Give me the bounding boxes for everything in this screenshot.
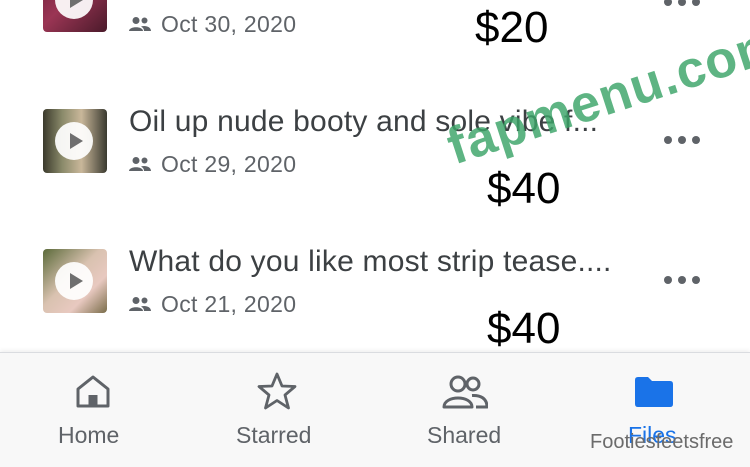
home-icon — [76, 375, 110, 408]
dot — [664, 136, 672, 144]
file-date: Oct 29, 2020 — [161, 150, 297, 177]
play-icon — [55, 122, 93, 160]
file-row[interactable]: What do you like most strip tease.... Oc… — [0, 240, 750, 353]
file-meta: Oct 30, 2020 — [129, 10, 296, 38]
more-options-button[interactable] — [664, 270, 700, 290]
dot — [678, 0, 686, 6]
nav-shared[interactable]: Shared — [415, 353, 525, 467]
dot — [678, 276, 686, 284]
nav-home-label: Home — [58, 422, 120, 448]
price-label: $40 — [487, 164, 561, 213]
people-icon — [129, 17, 151, 31]
folder-icon — [635, 377, 673, 407]
star-icon — [257, 372, 297, 410]
people-icon — [129, 297, 151, 311]
dot — [678, 136, 686, 144]
dot — [692, 136, 700, 144]
file-date: Oct 30, 2020 — [161, 10, 297, 37]
play-icon — [55, 0, 93, 19]
nav-shared-label: Shared — [427, 422, 502, 448]
file-thumbnail[interactable] — [43, 109, 107, 173]
price-label: $40 — [487, 304, 561, 353]
bottom-navigation-bar: Home Starred Shared Files Footiesfeetsfr… — [0, 352, 750, 467]
nav-home[interactable]: Home — [40, 353, 150, 467]
more-options-button[interactable] — [664, 0, 700, 12]
file-thumbnail[interactable] — [43, 249, 107, 313]
file-meta: Oct 29, 2020 — [129, 150, 296, 178]
people-icon — [129, 157, 151, 171]
file-name[interactable]: What do you like most strip tease.... — [129, 245, 612, 279]
file-date: Oct 21, 2020 — [161, 290, 297, 317]
price-label: $20 — [475, 3, 549, 52]
group-icon — [442, 375, 488, 409]
dot — [664, 276, 672, 284]
file-meta: Oct 21, 2020 — [129, 290, 296, 318]
dot — [692, 276, 700, 284]
nav-starred-label: Starred — [236, 422, 312, 448]
play-icon — [55, 262, 93, 300]
nav-starred[interactable]: Starred — [225, 353, 335, 467]
more-options-button[interactable] — [664, 130, 700, 150]
file-thumbnail[interactable] — [43, 0, 107, 32]
file-list: Oct 30, 2020 $20 Oil up nude booty and s… — [0, 0, 750, 353]
credit-watermark: Footiesfeetsfree — [590, 431, 734, 453]
dot — [664, 0, 672, 6]
dot — [692, 0, 700, 6]
